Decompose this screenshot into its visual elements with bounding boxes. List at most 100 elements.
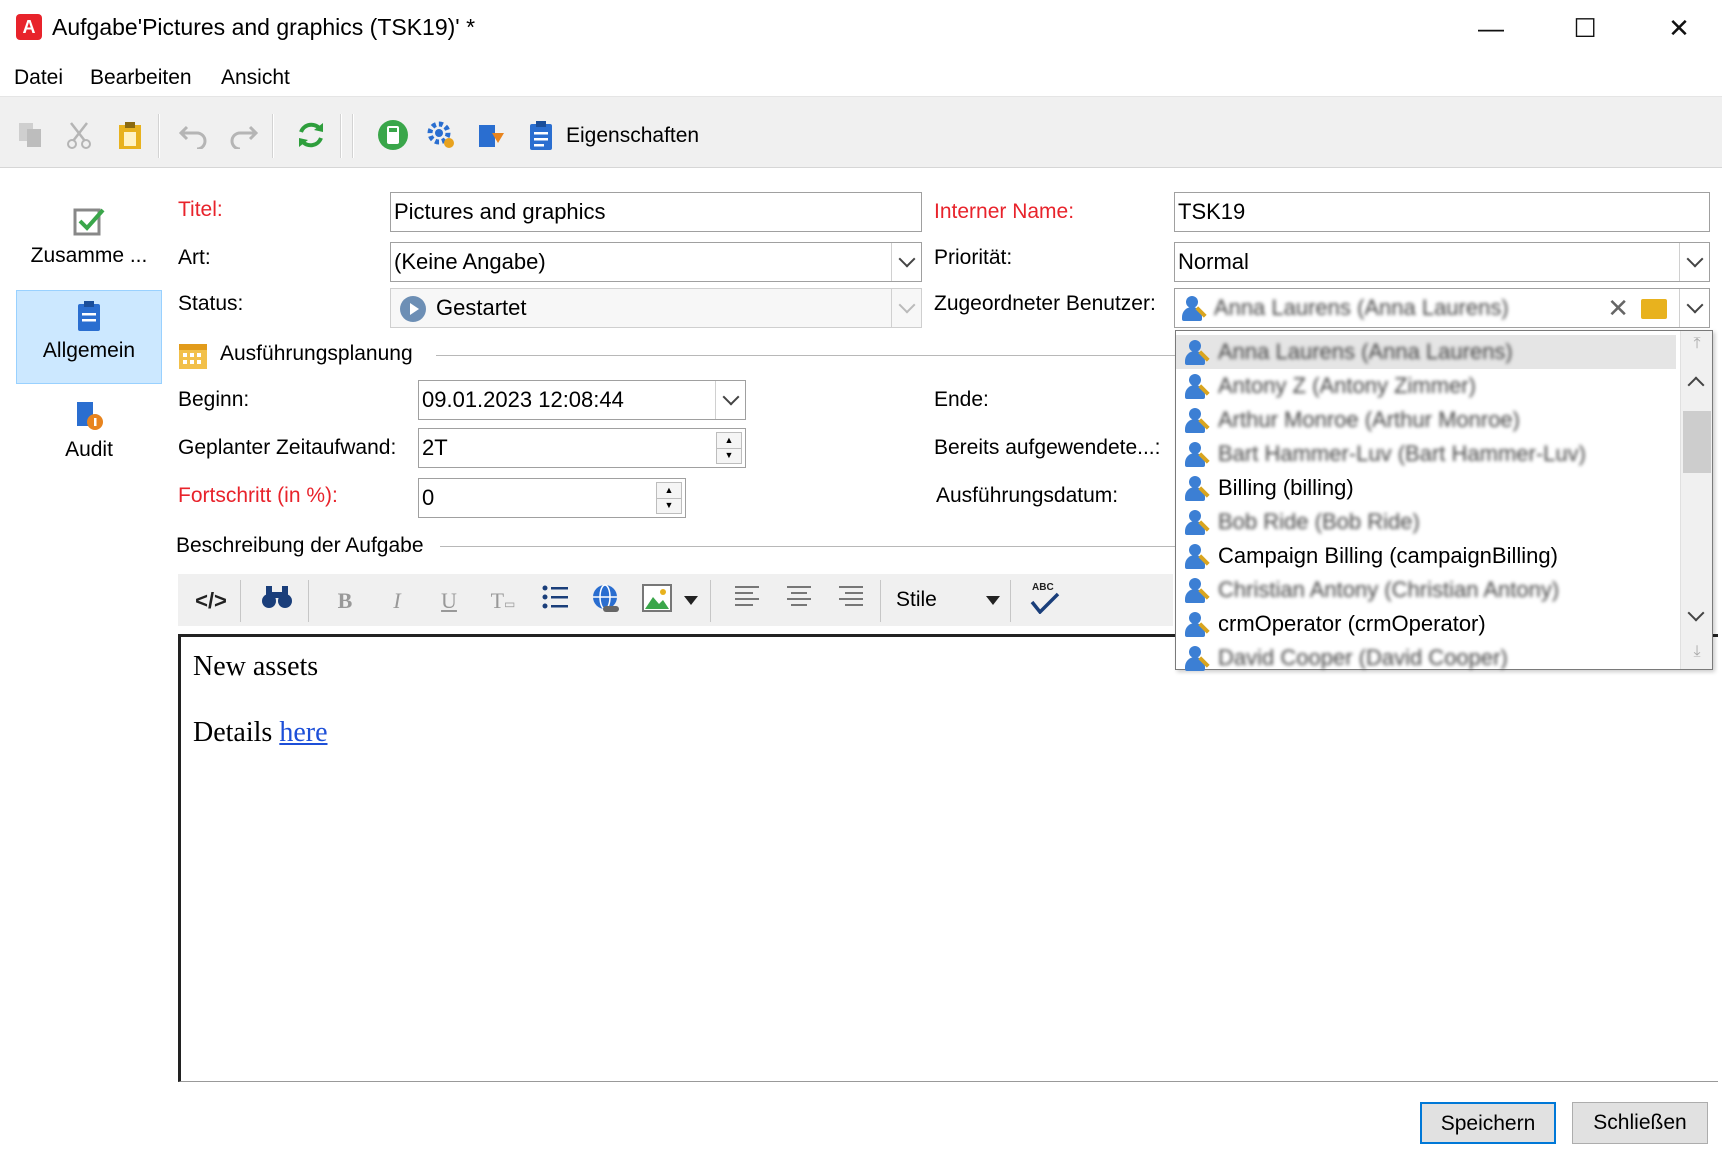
progress-input[interactable]: 0 ▲ ▼ — [418, 478, 686, 518]
menu-file[interactable]: Datei — [14, 66, 63, 90]
planned-effort-label: Geplanter Zeitaufwand: — [178, 436, 397, 459]
settings-gear-icon[interactable] — [424, 118, 458, 152]
user-icon — [1182, 576, 1212, 606]
user-list-item-label: Anna Laurens (Anna Laurens) — [1218, 339, 1513, 364]
user-list-item[interactable]: Bart Hammer-Luv (Bart Hammer-Luv) — [1176, 437, 1676, 471]
progress-value: 0 — [422, 485, 435, 510]
assigned-user-dropdown-list[interactable]: Anna Laurens (Anna Laurens) Antony Z (Ant… — [1175, 330, 1713, 671]
spin-down-icon[interactable]: ▼ — [657, 497, 681, 514]
start-date-select[interactable]: 09.01.2023 12:08:44 — [418, 380, 746, 420]
bullet-list-icon[interactable] — [538, 584, 572, 618]
text-format-icon[interactable]: T▭ — [486, 584, 520, 618]
calendar-icon — [178, 340, 208, 369]
app-logo-icon: A — [16, 14, 42, 40]
align-right-icon[interactable] — [834, 584, 868, 618]
undo-icon[interactable] — [177, 118, 211, 152]
spinner[interactable]: ▲ ▼ — [716, 432, 742, 464]
priority-select-value: Normal — [1178, 249, 1249, 274]
start-label: Beginn: — [178, 388, 250, 411]
toolbar-separator — [240, 580, 241, 622]
menu-view[interactable]: Ansicht — [221, 66, 290, 90]
scrollbar-thumb[interactable] — [1683, 411, 1711, 473]
user-icon — [1182, 474, 1212, 504]
menu-edit[interactable]: Bearbeiten — [90, 66, 192, 90]
scroll-up-icon[interactable] — [1687, 373, 1705, 394]
refresh-icon[interactable] — [294, 118, 328, 152]
properties-button-label[interactable]: Eigenschaften — [566, 124, 699, 148]
style-dropdown-arrow-icon[interactable] — [986, 596, 1000, 605]
priority-select[interactable]: Normal — [1174, 242, 1710, 282]
spin-down-icon[interactable]: ▼ — [717, 447, 741, 464]
align-left-icon[interactable] — [730, 584, 764, 618]
type-select-value: (Keine Angabe) — [394, 249, 546, 274]
scroll-to-bottom-icon[interactable]: ⤓ — [1687, 643, 1707, 663]
dropdown-scrollbar[interactable]: ⤒ ⤓ — [1680, 331, 1712, 669]
cut-icon[interactable] — [62, 118, 96, 152]
nav-general[interactable]: Allgemein — [16, 290, 162, 384]
user-list-item[interactable]: David Cooper (David Cooper) — [1176, 641, 1676, 675]
spinner[interactable]: ▲ ▼ — [656, 482, 682, 514]
spin-up-icon[interactable]: ▲ — [717, 433, 741, 448]
style-select[interactable]: Stile — [896, 588, 937, 612]
title-input[interactable]: Pictures and graphics — [390, 192, 922, 232]
description-editor[interactable]: New assets Details here — [178, 634, 1718, 1082]
find-binoculars-icon[interactable] — [260, 584, 294, 618]
chevron-down-icon — [891, 289, 921, 327]
save-button[interactable]: Speichern — [1420, 1102, 1556, 1144]
toolbar-separator — [340, 114, 342, 158]
chevron-down-icon[interactable] — [1679, 243, 1709, 281]
end-label: Ende: — [934, 388, 989, 411]
section-divider — [436, 355, 1176, 356]
spellcheck-icon[interactable]: ABC — [1030, 582, 1064, 618]
chevron-down-icon[interactable] — [891, 243, 921, 281]
nav-summary[interactable]: Zusamme ... — [16, 196, 162, 286]
user-list-item[interactable]: Campaign Billing (campaignBilling) — [1176, 539, 1676, 573]
window-title-prefix: Aufgabe — [52, 14, 138, 40]
paste-icon[interactable] — [113, 118, 147, 152]
close-button[interactable]: Schließen — [1572, 1102, 1708, 1144]
source-code-icon[interactable]: </> — [194, 584, 228, 618]
editor-here-link[interactable]: here — [279, 717, 327, 748]
scroll-to-top-icon[interactable]: ⤒ — [1687, 335, 1707, 355]
calculator-icon[interactable] — [376, 118, 410, 152]
user-list-item[interactable]: Arthur Monroe (Arthur Monroe) — [1176, 403, 1676, 437]
internal-name-input[interactable]: TSK19 — [1174, 192, 1710, 232]
insert-image-icon[interactable] — [640, 584, 674, 618]
close-window-button[interactable]: ✕ — [1654, 6, 1704, 50]
user-list-item-label: Antony Z (Antony Zimmer) — [1218, 373, 1476, 398]
status-label: Status: — [178, 292, 244, 315]
progress-label: Fortschritt (in %): — [178, 484, 338, 507]
folder-icon[interactable] — [1641, 299, 1667, 319]
copy-icon[interactable] — [14, 118, 48, 152]
user-list-item[interactable]: Antony Z (Antony Zimmer) — [1176, 369, 1676, 403]
insert-link-globe-icon[interactable] — [588, 584, 622, 618]
type-select[interactable]: (Keine Angabe) — [390, 242, 922, 282]
planned-effort-input[interactable]: 2T ▲ ▼ — [418, 428, 746, 468]
image-dropdown-arrow-icon[interactable] — [684, 596, 698, 605]
bold-icon[interactable]: B — [328, 584, 362, 618]
redo-icon[interactable] — [226, 118, 260, 152]
user-list-item[interactable]: crmOperator (crmOperator) — [1176, 607, 1676, 641]
underline-icon[interactable]: U — [432, 584, 466, 618]
minimize-button[interactable]: — — [1466, 6, 1516, 50]
user-icon — [1182, 508, 1212, 538]
user-list-item[interactable]: Christian Antony (Christian Antony) — [1176, 573, 1676, 607]
user-list-item[interactable]: Anna Laurens (Anna Laurens) — [1176, 335, 1676, 369]
user-icon — [1182, 610, 1212, 640]
scroll-down-icon[interactable] — [1687, 604, 1705, 622]
italic-icon[interactable]: I — [380, 584, 414, 618]
clear-x-icon[interactable]: ✕ — [1607, 289, 1629, 327]
user-list-item[interactable]: Bob Ride (Bob Ride) — [1176, 505, 1676, 539]
properties-clipboard-icon[interactable] — [524, 118, 558, 152]
chevron-down-icon[interactable] — [715, 381, 745, 419]
user-icon — [1182, 542, 1212, 572]
align-center-icon[interactable] — [782, 584, 816, 618]
spin-up-icon[interactable]: ▲ — [657, 483, 681, 498]
nav-audit[interactable]: Audit — [16, 390, 162, 480]
maximize-button[interactable]: ☐ — [1560, 6, 1610, 50]
assigned-user-select[interactable]: Anna Laurens (Anna Laurens) ✕ — [1174, 288, 1710, 328]
chevron-down-icon[interactable] — [1679, 289, 1709, 327]
status-select[interactable]: Gestartet — [390, 288, 922, 328]
user-list-item[interactable]: Billing (billing) — [1176, 471, 1676, 505]
export-icon[interactable] — [474, 118, 508, 152]
